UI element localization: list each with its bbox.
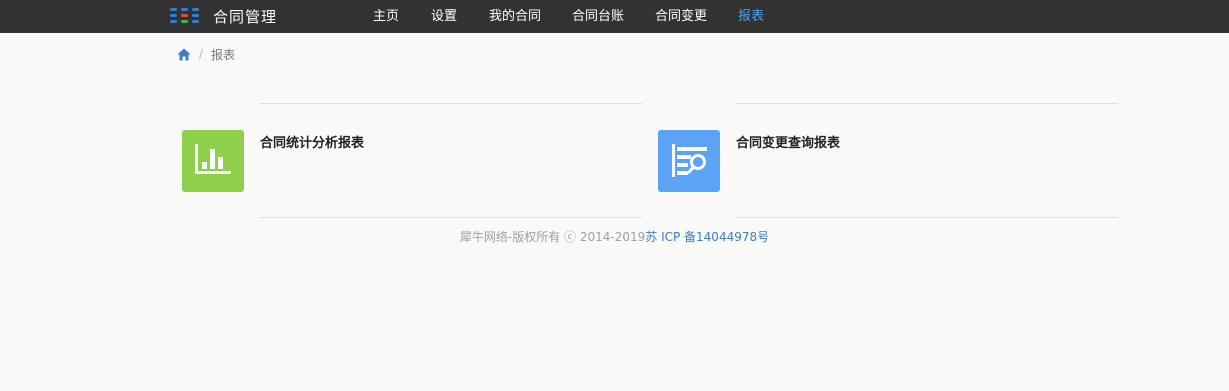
list-search-icon: [672, 144, 707, 177]
breadcrumb: / 报表: [177, 45, 235, 63]
nav-item-my-contracts[interactable]: 我的合同: [489, 0, 541, 33]
report-title-change-query[interactable]: 合同变更查询报表: [736, 132, 840, 151]
copyright-text: 犀牛网络-版权所有 ⓒ 2014-2019: [459, 230, 646, 244]
divider: [260, 103, 642, 104]
footer: 犀牛网络-版权所有 ⓒ 2014-2019苏 ICP 备14044978号: [0, 228, 1229, 245]
grid-dots-icon: [170, 7, 202, 25]
icp-link[interactable]: 苏 ICP 备14044978号: [645, 230, 769, 244]
app-title: 合同管理: [213, 7, 278, 26]
divider: [736, 103, 1118, 104]
bar-chart-icon: [195, 144, 231, 174]
nav-item-settings[interactable]: 设置: [431, 0, 457, 33]
nav-item-home[interactable]: 主页: [373, 0, 399, 33]
report-tile-statistics[interactable]: [182, 130, 244, 192]
nav-item-contract-changes[interactable]: 合同变更: [655, 0, 707, 33]
breadcrumb-separator: /: [199, 47, 204, 61]
home-icon[interactable]: [177, 48, 191, 61]
report-tile-change-query[interactable]: [658, 130, 720, 192]
breadcrumb-current: 报表: [211, 47, 236, 62]
divider: [260, 217, 642, 218]
divider: [736, 217, 1118, 218]
logo[interactable]: 合同管理: [170, 3, 277, 29]
top-navbar: 合同管理 主页 设置 我的合同 合同台账 合同变更 报表: [0, 0, 1229, 33]
nav-item-reports[interactable]: 报表: [738, 0, 764, 33]
report-title-statistics[interactable]: 合同统计分析报表: [260, 132, 364, 151]
nav-item-contract-ledger[interactable]: 合同台账: [572, 0, 624, 33]
